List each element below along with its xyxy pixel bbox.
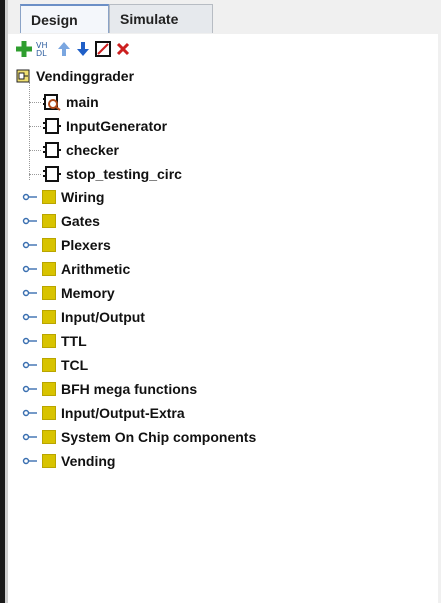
library-item-input-output-extra[interactable]: Input/Output-Extra (22, 402, 185, 424)
folder-icon (42, 358, 56, 372)
folder-icon (42, 430, 56, 444)
library-item-system-on-chip-components[interactable]: System On Chip components (22, 426, 256, 448)
folder-icon (42, 190, 56, 204)
library-item-arithmetic[interactable]: Arithmetic (22, 258, 130, 280)
library-item-vending[interactable]: Vending (22, 450, 115, 472)
library-name: Input/Output (61, 309, 145, 325)
circuit-item-checker[interactable]: checker (43, 139, 119, 161)
library-name: BFH mega functions (61, 381, 198, 397)
expand-handle-icon[interactable] (22, 408, 38, 418)
move-down-button[interactable] (74, 40, 92, 58)
window-left-edge (0, 0, 8, 603)
library-name: Vending (61, 453, 116, 469)
delete-icon (116, 42, 130, 56)
folder-icon (42, 262, 56, 276)
move-up-icon (58, 42, 70, 56)
folder-icon (42, 406, 56, 420)
project-name: Vendinggrader (36, 68, 135, 84)
library-name: Input/Output-Extra (61, 405, 185, 421)
project-root[interactable]: Vendinggrader (16, 65, 134, 87)
library-item-gates[interactable]: Gates (22, 210, 100, 232)
circuit-name: InputGenerator (66, 118, 168, 134)
library-item-memory[interactable]: Memory (22, 282, 115, 304)
delete-button[interactable] (114, 40, 132, 58)
add-circuit-icon (16, 41, 32, 57)
library-name: System On Chip components (61, 429, 257, 445)
expand-handle-icon[interactable] (22, 264, 38, 274)
folder-icon (42, 454, 56, 468)
expand-handle-icon[interactable] (22, 456, 38, 466)
tree-connector-line (29, 82, 30, 180)
svg-text:DL: DL (36, 49, 47, 58)
library-name: Wiring (61, 189, 105, 205)
edit-icon (95, 41, 111, 57)
add-vhdl-button[interactable]: VH DL (34, 40, 52, 58)
library-name: TTL (61, 333, 87, 349)
tree-connector-line (29, 150, 41, 151)
edit-button[interactable] (94, 40, 112, 58)
expand-handle-icon[interactable] (22, 288, 38, 298)
folder-icon (42, 238, 56, 252)
project-icon (16, 69, 30, 83)
library-name: TCL (61, 357, 89, 373)
circuit-icon (43, 142, 61, 158)
library-item-plexers[interactable]: Plexers (22, 234, 111, 256)
library-item-ttl[interactable]: TTL (22, 330, 87, 352)
library-item-bfh-mega-functions[interactable]: BFH mega functions (22, 378, 197, 400)
library-item-tcl[interactable]: TCL (22, 354, 88, 376)
tree-connector-line (29, 126, 41, 127)
circuit-name: main (66, 94, 99, 110)
toolbar: VH DL (8, 34, 438, 62)
move-down-icon (77, 42, 89, 56)
library-name: Plexers (61, 237, 111, 253)
library-name: Gates (61, 213, 100, 229)
circuit-item-inputgenerator[interactable]: InputGenerator (43, 115, 167, 137)
expand-handle-icon[interactable] (22, 384, 38, 394)
expand-handle-icon[interactable] (22, 216, 38, 226)
circuit-icon (43, 118, 61, 134)
library-item-input-output[interactable]: Input/Output (22, 306, 145, 328)
add-vhdl-icon: VH DL (36, 41, 48, 58)
tab-simulate[interactable]: Simulate (109, 4, 213, 33)
folder-icon (42, 310, 56, 324)
expand-handle-icon[interactable] (22, 336, 38, 346)
folder-icon (42, 334, 56, 348)
library-name: Memory (61, 285, 115, 301)
expand-handle-icon[interactable] (22, 432, 38, 442)
circuit-item-stop-testing-circ[interactable]: stop_testing_circ (43, 163, 182, 185)
expand-handle-icon[interactable] (22, 192, 38, 202)
circuit-name: stop_testing_circ (66, 166, 182, 182)
move-up-button[interactable] (55, 40, 73, 58)
folder-icon (42, 382, 56, 396)
main-circuit-icon (43, 94, 61, 111)
circuit-icon (43, 166, 61, 182)
circuit-name: checker (66, 142, 119, 158)
expand-handle-icon[interactable] (22, 312, 38, 322)
tree-connector-line (29, 174, 41, 175)
circuit-item-main[interactable]: main (43, 91, 99, 113)
tab-bar: Design Simulate (8, 0, 438, 35)
tree-connector-line (29, 102, 41, 103)
library-item-wiring[interactable]: Wiring (22, 186, 104, 208)
expand-handle-icon[interactable] (22, 360, 38, 370)
library-name: Arithmetic (61, 261, 131, 277)
expand-handle-icon[interactable] (22, 240, 38, 250)
add-circuit-button[interactable] (15, 40, 33, 58)
project-tree: Vendinggrader main InputGenerator checke… (8, 62, 438, 603)
folder-icon (42, 214, 56, 228)
tab-design[interactable]: Design (20, 4, 109, 33)
folder-icon (42, 286, 56, 300)
